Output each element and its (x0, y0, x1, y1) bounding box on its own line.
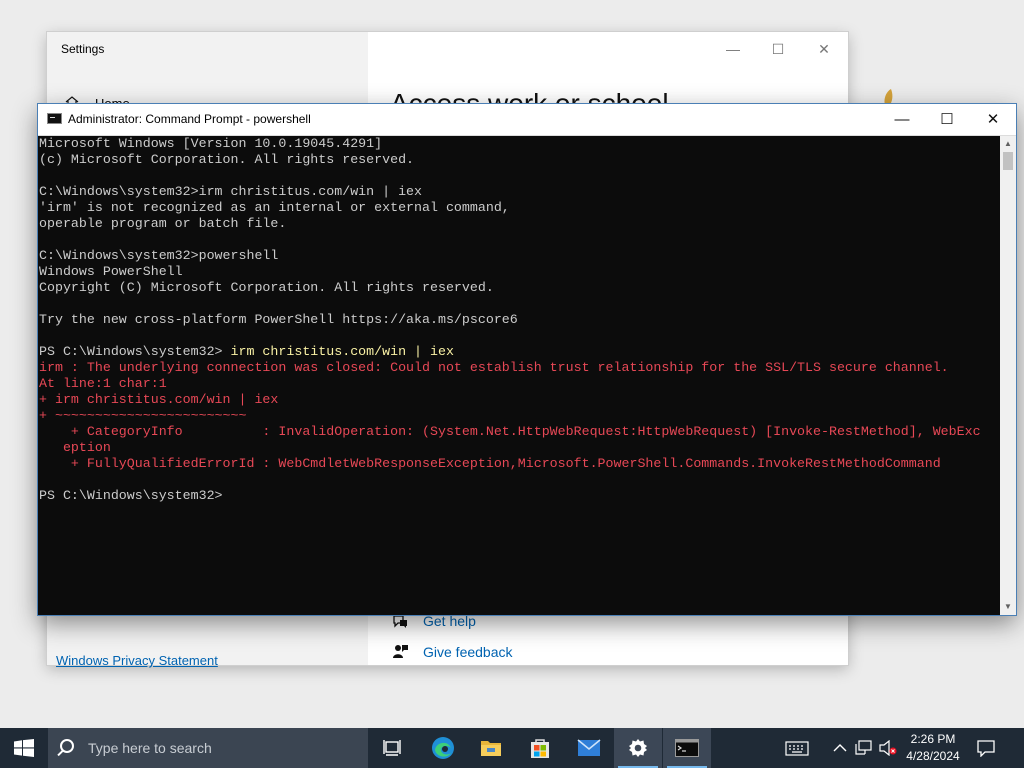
folder-icon (481, 741, 501, 756)
terminal-line: C:\Windows\system32>irm christitus.com/w… (39, 184, 423, 199)
maximize-button[interactable]: ☐ (924, 104, 970, 135)
get-help-link[interactable]: Get help (423, 613, 476, 629)
keyboard-icon (785, 741, 809, 756)
terminal-error-line: At line:1 char:1 (39, 376, 167, 391)
chevron-up-icon (833, 744, 847, 752)
search-icon (60, 739, 74, 753)
task-view-icon (383, 740, 401, 756)
scroll-up-arrow-icon[interactable]: ▲ (1000, 136, 1016, 152)
scrollbar-thumb[interactable] (1003, 152, 1013, 170)
privacy-statement-link[interactable]: Windows Privacy Statement (56, 653, 218, 668)
terminal-error-line: eption (39, 440, 111, 455)
taskbar-app-command-prompt[interactable] (663, 728, 711, 768)
terminal-line: PS C:\Windows\system32> (39, 488, 223, 503)
terminal-line: Try the new cross-platform PowerShell ht… (39, 312, 518, 327)
terminal-line: operable program or batch file. (39, 216, 287, 231)
windows-logo-icon (14, 739, 34, 757)
edge-icon (432, 737, 454, 759)
terminal-command: irm christitus.com/win | (230, 344, 431, 359)
maximize-button[interactable]: ☐ (763, 38, 793, 60)
network-button[interactable] (853, 728, 875, 768)
terminal-output[interactable]: Microsoft Windows [Version 10.0.19045.42… (38, 136, 1000, 615)
tray-keyboard-button[interactable] (780, 728, 814, 768)
gear-icon (629, 739, 647, 757)
start-button[interactable] (0, 728, 48, 768)
command-prompt-icon (675, 739, 699, 757)
settings-window-title: Settings (61, 42, 105, 56)
terminal-error-line: + FullyQualifiedErrorId : WebCmdletWebRe… (39, 456, 941, 471)
volume-button[interactable] (876, 728, 898, 768)
terminal-error-line: + CategoryInfo : InvalidOperation: (Syst… (39, 424, 981, 439)
terminal-line: Windows PowerShell (39, 264, 183, 279)
help-icon (393, 615, 407, 628)
terminal-line: 'irm' is not recognized as an internal o… (39, 200, 510, 215)
taskbar-app-settings[interactable] (614, 728, 662, 768)
system-clock[interactable]: 2:26 PM 4/28/2024 (898, 731, 968, 765)
close-button[interactable]: ✕ (970, 104, 1016, 135)
clock-time: 2:26 PM (910, 732, 956, 746)
terminal-line: PS C:\Windows\system32> irm christitus.c… (38, 344, 1000, 360)
terminal-line: Microsoft Windows [Version 10.0.19045.42… (39, 136, 383, 151)
feedback-icon (393, 645, 408, 658)
taskbar-app-store[interactable] (516, 728, 564, 768)
command-prompt-icon (47, 113, 62, 124)
task-view-button[interactable] (368, 728, 416, 768)
terminal-error-line: + irm christitus.com/win | iex (39, 392, 279, 407)
volume-muted-icon (879, 740, 897, 756)
search-box[interactable]: Type here to search (48, 728, 368, 768)
terminal-prompt: PS C:\Windows\system32> (39, 344, 231, 359)
taskbar-app-edge[interactable] (419, 728, 467, 768)
terminal-command-tail: iex (430, 344, 454, 359)
taskbar-app-file-explorer[interactable] (467, 728, 515, 768)
notification-icon (977, 740, 995, 757)
terminal-line: Copyright (C) Microsoft Corporation. All… (39, 280, 494, 295)
mail-icon (577, 739, 601, 756)
action-center-button[interactable] (972, 728, 1000, 768)
clock-date: 4/28/2024 (906, 749, 960, 763)
terminal-error-line: + ~~~~~~~~~~~~~~~~~~~~~~~~ (39, 408, 247, 423)
search-placeholder: Type here to search (88, 740, 212, 756)
scroll-down-arrow-icon[interactable]: ▼ (1000, 599, 1016, 615)
minimize-button[interactable]: — (718, 38, 748, 60)
cmd-window-title: Administrator: Command Prompt - powershe… (68, 112, 311, 126)
vertical-scrollbar[interactable]: ▲ ▼ (1000, 136, 1016, 615)
taskbar: Type here to search 2:26 PM 4/28/2024 (0, 728, 1024, 768)
taskbar-app-mail[interactable] (565, 728, 613, 768)
close-button[interactable]: ✕ (809, 38, 839, 60)
show-hidden-icons-button[interactable] (829, 728, 851, 768)
give-feedback-link[interactable]: Give feedback (423, 644, 513, 660)
command-prompt-window[interactable]: Administrator: Command Prompt - powershe… (38, 104, 1016, 615)
terminal-line: (c) Microsoft Corporation. All rights re… (39, 152, 415, 167)
store-icon (531, 739, 549, 758)
network-icon (855, 740, 872, 755)
minimize-button[interactable]: — (879, 104, 925, 135)
terminal-line: C:\Windows\system32>powershell (39, 248, 279, 263)
cmd-title-bar[interactable]: Administrator: Command Prompt - powershe… (38, 104, 1016, 136)
terminal-error-line: irm : The underlying connection was clos… (39, 360, 949, 375)
